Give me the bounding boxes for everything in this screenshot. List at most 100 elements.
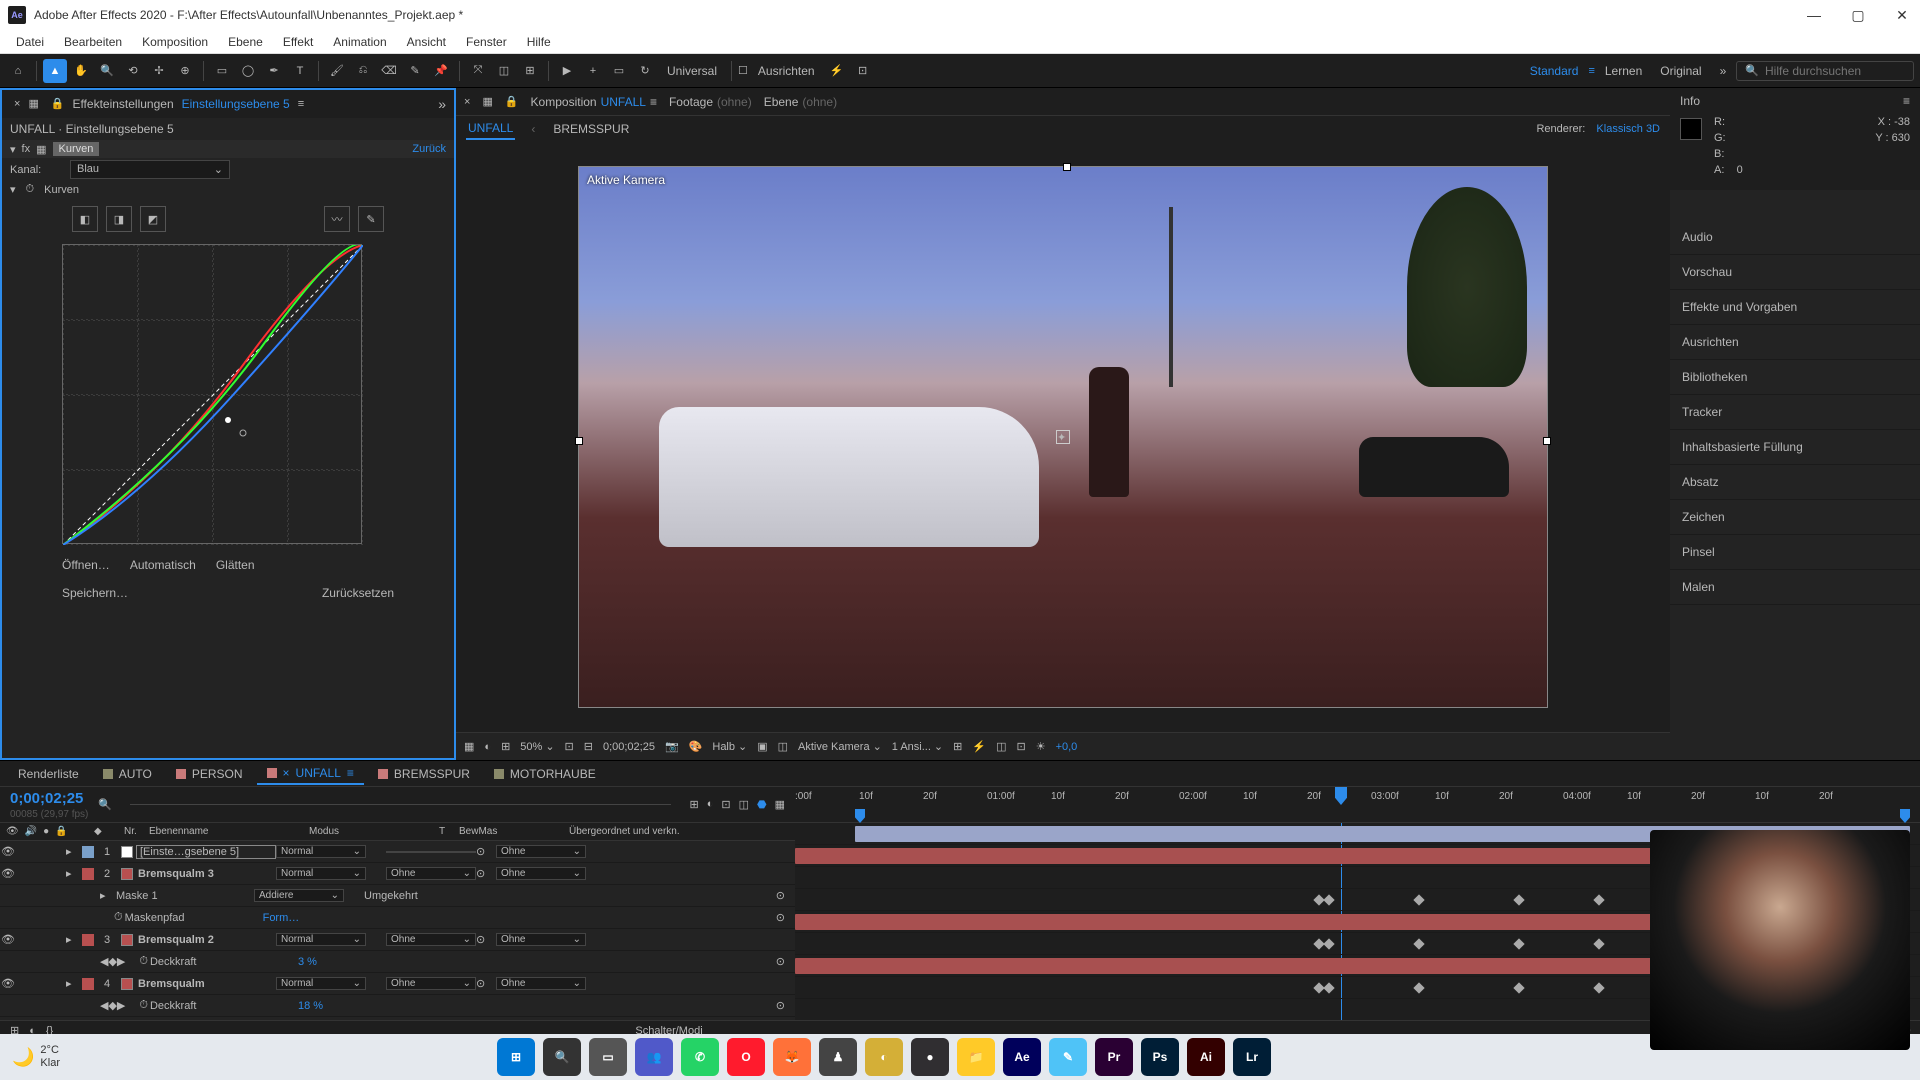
add-icon[interactable]: + xyxy=(581,59,605,83)
expression-link-icon[interactable]: ⊙ xyxy=(776,911,785,924)
panel-absatz[interactable]: Absatz xyxy=(1670,465,1920,500)
layer-name[interactable]: Bremsqualm 2 xyxy=(136,934,276,946)
property-name[interactable]: Maske 1 xyxy=(114,890,254,902)
layer-color-icon[interactable] xyxy=(82,934,94,946)
layer-row[interactable]: ▸ Maske 1 Addiere⌄ Umgekehrt ⊙ xyxy=(0,885,795,907)
tl-tool-5-icon[interactable]: ⬣ xyxy=(757,798,767,811)
twirl-icon[interactable]: ▸ xyxy=(100,889,114,902)
taskbar-app2-icon[interactable]: ◐ xyxy=(865,1038,903,1076)
lock-icon[interactable]: 🔒 xyxy=(50,97,64,111)
workspace-menu-icon[interactable]: ≡ xyxy=(1588,65,1594,77)
menu-ansicht[interactable]: Ansicht xyxy=(397,33,456,51)
layer-row[interactable]: 👁 ▸ 2 Bremsqualm 3 Normal⌄ Ohne⌄ ⊙ Ohne⌄ xyxy=(0,863,795,885)
axis-icon[interactable]: ⤧ xyxy=(466,59,490,83)
parent-link-icon[interactable]: ⊙ xyxy=(476,933,496,946)
help-search-input[interactable] xyxy=(1765,64,1905,78)
property-value[interactable]: 18 % xyxy=(298,1000,323,1012)
parent-link-icon[interactable]: ⊙ xyxy=(476,977,496,990)
property-name[interactable]: Maskenpfad xyxy=(123,912,263,924)
visibility-icon[interactable]: 👁 xyxy=(0,845,16,858)
timeline-playhead[interactable] xyxy=(1335,787,1347,805)
comp-lock-icon[interactable]: 🔒 xyxy=(505,95,519,108)
mask-icon[interactable]: ◐ xyxy=(484,741,491,753)
curve-linear-icon[interactable]: ◧ xyxy=(72,206,98,232)
layer-name[interactable]: [Einste…gsebene 5] xyxy=(136,845,276,859)
orbit-tool-icon[interactable]: ⟲ xyxy=(121,59,145,83)
taskbar-teams-icon[interactable]: 👥 xyxy=(635,1038,673,1076)
channel-dropdown[interactable]: Blau⌄ xyxy=(70,160,230,179)
shape-link[interactable]: Form… xyxy=(263,912,300,924)
selection-tool-icon[interactable]: ▲ xyxy=(43,59,67,83)
taskbar-obs-icon[interactable]: ● xyxy=(911,1038,949,1076)
comp-tab-komposition[interactable]: Komposition UNFALL ≡ xyxy=(531,95,657,109)
menu-fenster[interactable]: Fenster xyxy=(456,33,517,51)
pixel-icon[interactable]: ⊞ xyxy=(953,740,962,753)
renderer-value[interactable]: Klassisch 3D xyxy=(1596,123,1660,135)
comp-tab-close-icon[interactable]: × xyxy=(464,96,470,108)
curves-reset-button[interactable]: Zurücksetzen xyxy=(322,586,394,600)
panel-effekte[interactable]: Effekte und Vorgaben xyxy=(1670,290,1920,325)
comp-tab-ebene[interactable]: Ebene (ohne) xyxy=(764,95,837,109)
zoom-dropdown[interactable]: 50% ⌄ xyxy=(520,740,554,753)
keyframe-icon[interactable] xyxy=(1413,938,1424,949)
panel-ausrichten[interactable]: Ausrichten xyxy=(1670,325,1920,360)
stopwatch-icon[interactable]: ⏱ xyxy=(139,999,148,1012)
fx-reset-link[interactable]: Zurück xyxy=(412,143,446,155)
curves-twirl-icon[interactable]: ▾ xyxy=(10,183,16,196)
keyframe-nav-icon[interactable]: ◀◆▶ xyxy=(100,955,125,968)
timeline-tab-motorhaube[interactable]: MOTORHAUBE xyxy=(484,764,606,784)
timeline-tab-person[interactable]: PERSON xyxy=(166,764,253,784)
subtab-bremsspur[interactable]: BREMSSPUR xyxy=(551,119,631,139)
parent-link-icon[interactable]: ⊙ xyxy=(476,845,496,858)
subtab-unfall[interactable]: UNFALL xyxy=(466,118,515,140)
roi-icon[interactable]: ◫ xyxy=(778,740,788,753)
mask-mode-dropdown[interactable]: Addiere⌄ xyxy=(254,889,344,902)
parent-dropdown[interactable]: Ohne⌄ xyxy=(496,845,586,858)
keyframe-icon[interactable] xyxy=(1513,938,1524,949)
puppet-tool-icon[interactable]: 📌 xyxy=(429,59,453,83)
menu-effekt[interactable]: Effekt xyxy=(273,33,323,51)
grid-icon[interactable]: ⊡ xyxy=(851,59,875,83)
weather-widget[interactable]: 🌙 2°C Klar xyxy=(12,1044,60,1070)
timeline-tab-renderliste[interactable]: Renderliste xyxy=(8,764,89,784)
taskbar-opera-icon[interactable]: O xyxy=(727,1038,765,1076)
comp-icon[interactable]: ▭ xyxy=(607,59,631,83)
3d-icon[interactable]: ◫ xyxy=(492,59,516,83)
panel-tracker[interactable]: Tracker xyxy=(1670,395,1920,430)
panel-zeichen[interactable]: Zeichen xyxy=(1670,500,1920,535)
panel-bibliotheken[interactable]: Bibliotheken xyxy=(1670,360,1920,395)
views-dropdown[interactable]: 1 Ansi... ⌄ xyxy=(892,740,943,753)
curve-auto-icon[interactable]: 〰 xyxy=(324,206,350,232)
help-search[interactable]: 🔍 xyxy=(1736,61,1914,81)
roto-tool-icon[interactable]: ✎ xyxy=(403,59,427,83)
layer-name[interactable]: Bremsqualm 3 xyxy=(136,868,276,880)
play-icon[interactable]: ▶ xyxy=(555,59,579,83)
hand-tool-icon[interactable]: ✋ xyxy=(69,59,93,83)
taskbar-explorer-icon[interactable]: 📁 xyxy=(957,1038,995,1076)
exposure-value[interactable]: +0,0 xyxy=(1056,741,1078,753)
transparent-icon[interactable]: ▣ xyxy=(757,740,767,753)
property-name[interactable]: Deckkraft xyxy=(148,1000,288,1012)
work-area-start[interactable] xyxy=(855,809,865,823)
pen-tool-icon[interactable]: ✒ xyxy=(262,59,286,83)
keyframe-icon[interactable] xyxy=(1323,938,1334,949)
tl-tool-3-icon[interactable]: ⊡ xyxy=(721,798,730,811)
3d-icon[interactable]: ◫ xyxy=(996,740,1006,753)
stopwatch-icon[interactable]: ⏱ xyxy=(139,955,148,968)
layer-row[interactable]: 👁 ▸ 4 Bremsqualm Normal⌄ Ohne⌄ ⊙ Ohne⌄ xyxy=(0,973,795,995)
twirl-icon[interactable]: ▸ xyxy=(66,933,80,946)
effects-tab-item[interactable]: Einstellungsebene 5 xyxy=(182,97,290,111)
stopwatch-icon[interactable]: ⏱ xyxy=(26,183,35,196)
fast-icon[interactable]: ⚡ xyxy=(972,740,986,753)
visibility-icon[interactable]: 👁 xyxy=(0,933,16,946)
trackmatte-dropdown[interactable]: Ohne⌄ xyxy=(386,977,476,990)
col-solo-icon[interactable]: ● xyxy=(43,826,49,837)
menu-komposition[interactable]: Komposition xyxy=(132,33,218,51)
layer-row[interactable]: ◀◆▶ ⏱ Deckkraft 3 % ⊙ xyxy=(0,951,795,973)
parent-dropdown[interactable]: Ohne⌄ xyxy=(496,933,586,946)
keyframe-icon[interactable] xyxy=(1323,894,1334,905)
menu-datei[interactable]: Datei xyxy=(6,33,54,51)
menu-ebene[interactable]: Ebene xyxy=(218,33,273,51)
trackmatte-dropdown[interactable]: Ohne⌄ xyxy=(386,933,476,946)
col-lock-icon[interactable]: 🔒 xyxy=(55,826,67,837)
